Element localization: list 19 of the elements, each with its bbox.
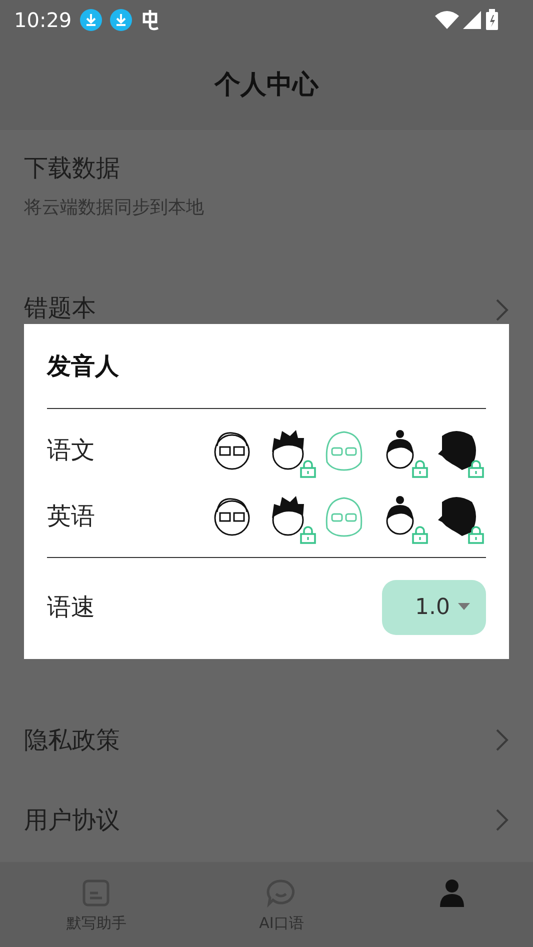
download-icon <box>110 9 132 31</box>
menu-item-title[interactable]: 下载数据 <box>24 150 204 186</box>
status-time: 10:29 <box>14 7 72 34</box>
download-icon <box>80 9 102 31</box>
battery-icon <box>485 9 499 31</box>
chat-bubble-icon <box>266 878 296 908</box>
row-label: 英语 <box>47 501 95 532</box>
note-icon <box>81 878 112 908</box>
menu-item-title[interactable]: 隐私政策 <box>24 722 120 758</box>
page-title: 个人中心 <box>214 68 318 102</box>
speed-dropdown[interactable]: 1.0 <box>382 580 486 634</box>
signal-icon <box>463 11 481 29</box>
menu-item-title[interactable]: 错题本 <box>24 290 96 326</box>
row-label: 语文 <box>47 435 95 466</box>
speed-label: 语速 <box>47 592 95 623</box>
caret-icon <box>458 603 470 611</box>
wifi-icon <box>435 11 459 29</box>
dialog-title: 发音人 <box>47 351 119 382</box>
menu-item-title[interactable]: 用户协议 <box>24 802 120 838</box>
